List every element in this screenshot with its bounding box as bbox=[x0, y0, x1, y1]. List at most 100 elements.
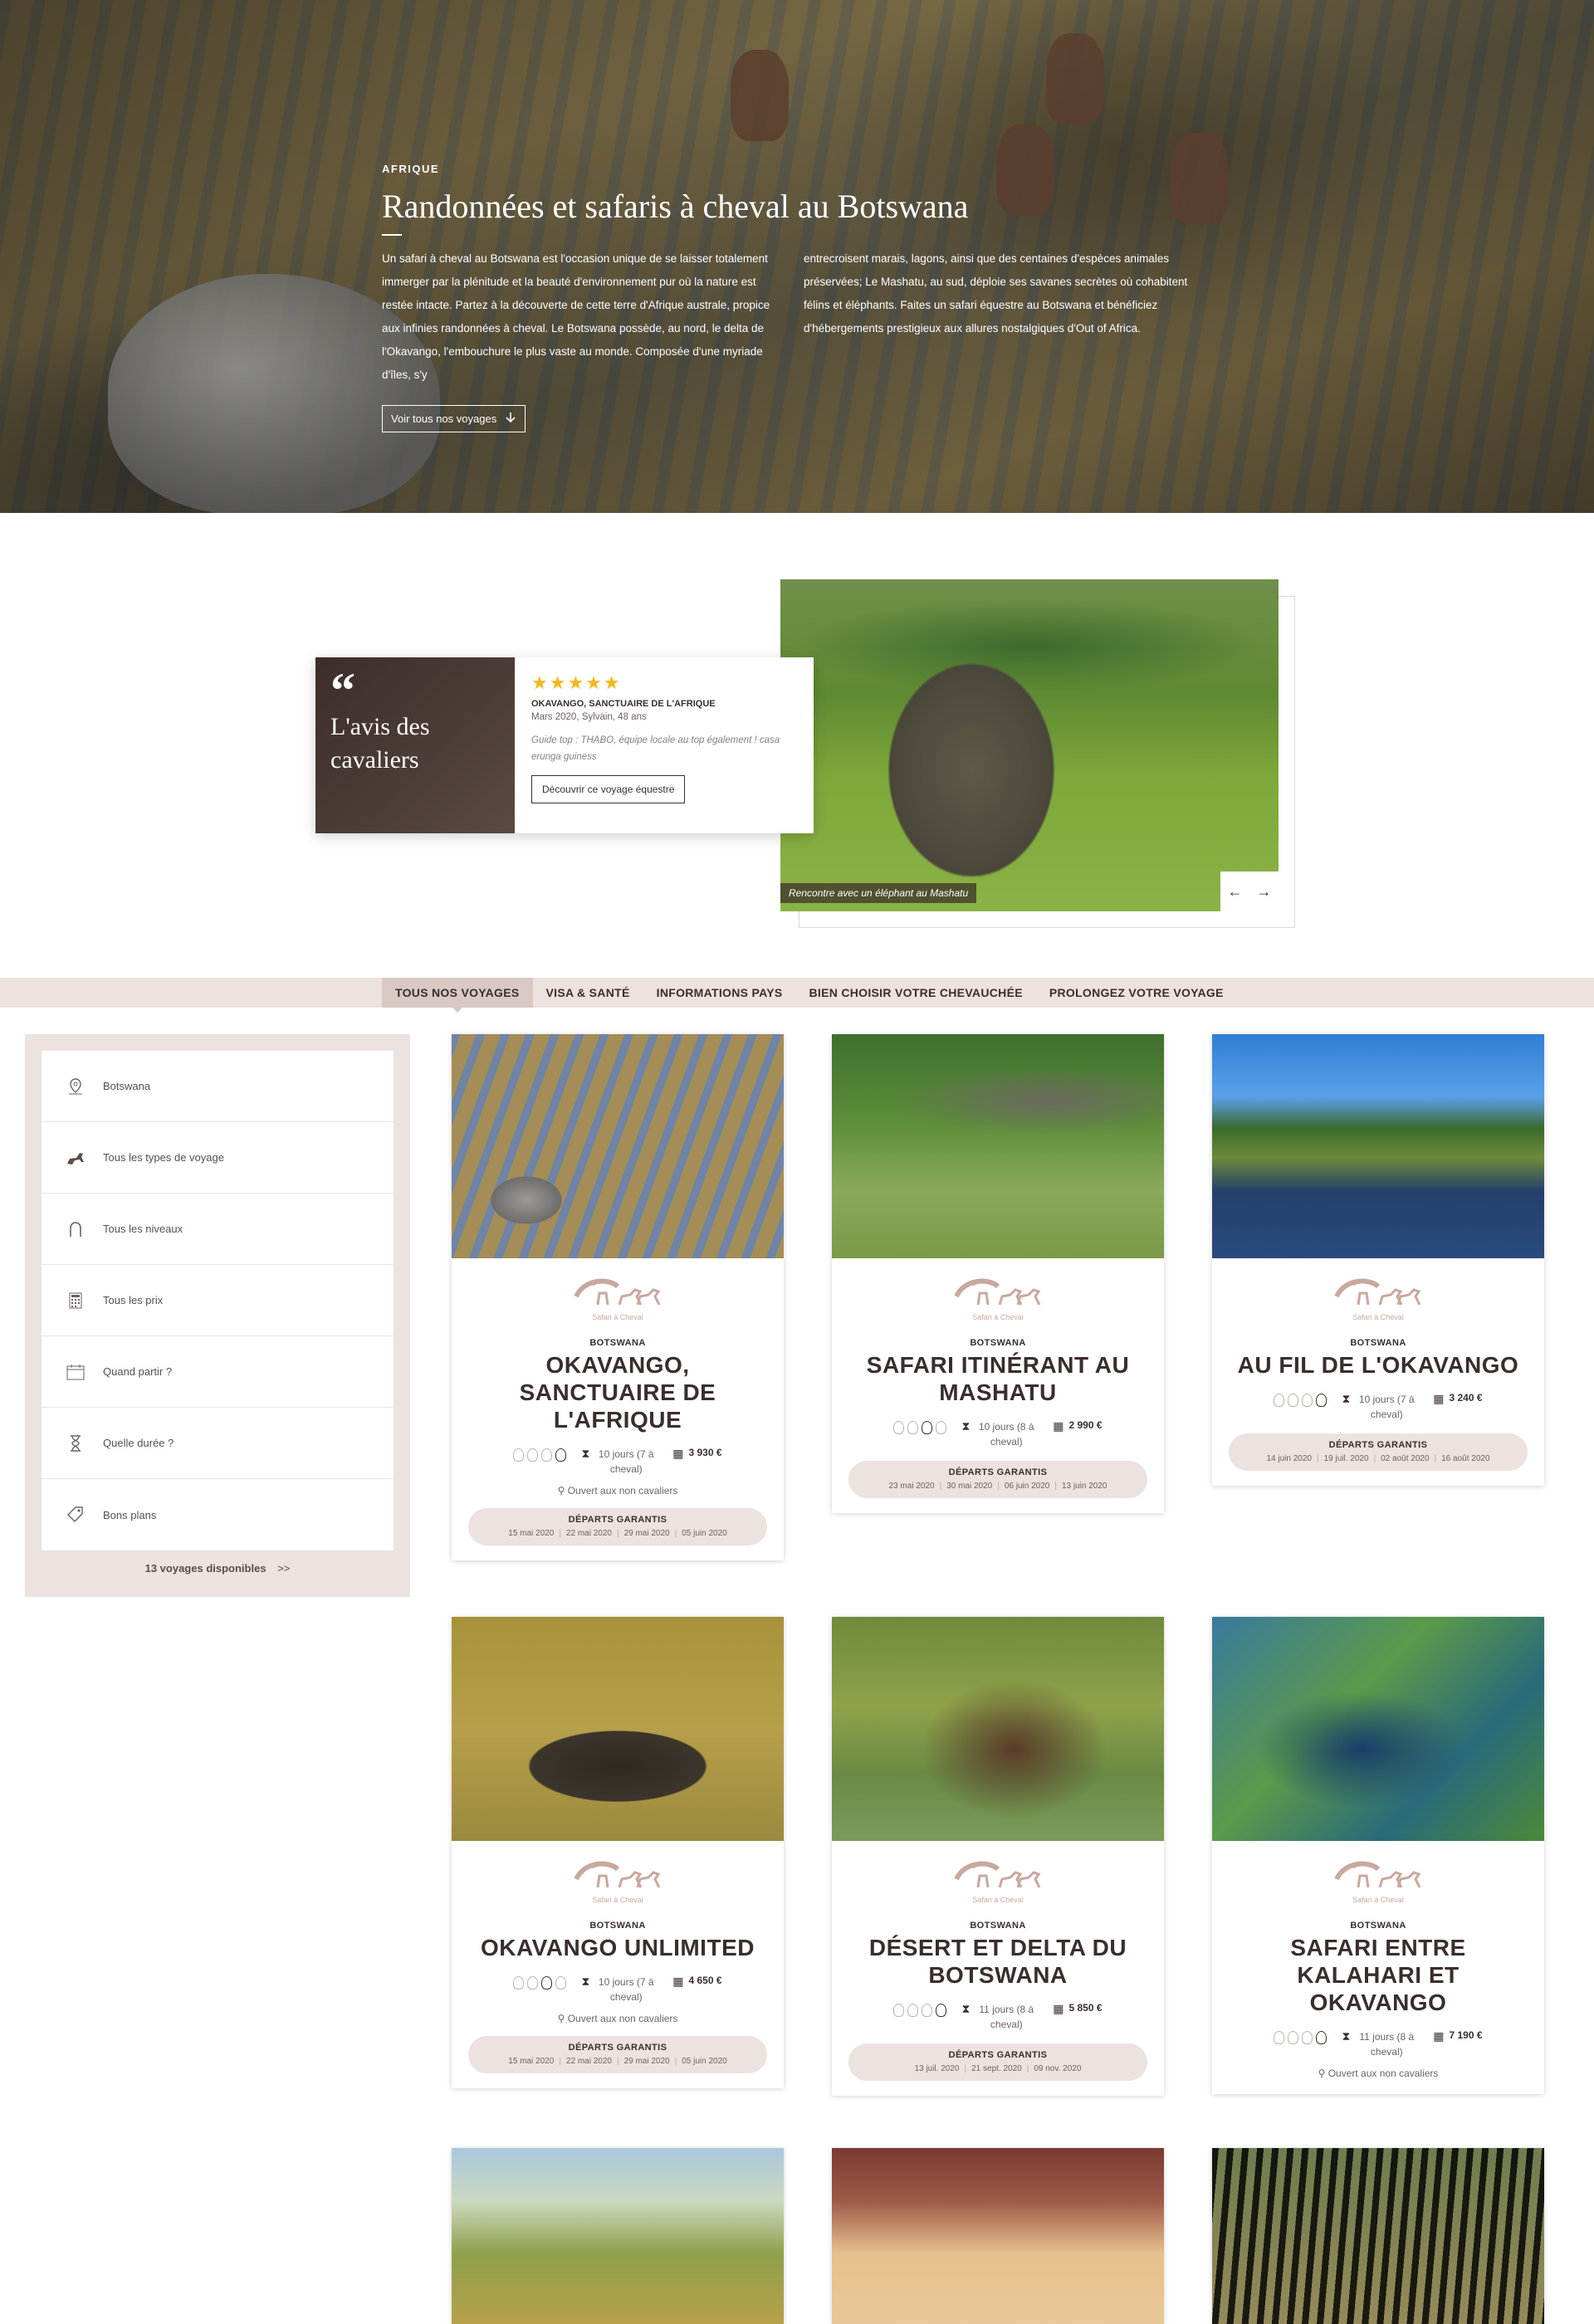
guaranteed-departures: DÉPARTS GARANTIS 15 mai 202022 mai 202029… bbox=[468, 2036, 767, 2073]
trip-duration: ⧗ 11 jours (8 à cheval) bbox=[961, 2002, 1038, 2032]
trip-facts: ⧗ 11 jours (8 à cheval) ▦ 5 850 € bbox=[848, 2002, 1147, 2032]
departures-label: DÉPARTS GARANTIS bbox=[568, 2043, 667, 2053]
filter-3[interactable]: Tous les prix bbox=[42, 1265, 394, 1336]
horseshoe-icon bbox=[1288, 2031, 1299, 2044]
filter-1[interactable]: Tous les types de voyage bbox=[42, 1122, 394, 1194]
hero-intro-col-2: entrecroisent marais, lagons, ainsi que … bbox=[804, 252, 1188, 334]
trip-card[interactable]: Safari à Cheval BOTSWANA SAFARI ENTRE KALA… bbox=[1212, 1617, 1544, 2094]
trip-card-partial[interactable] bbox=[832, 2148, 1164, 2324]
section-tabbar: TOUS NOS VOYAGES VISA & SANTÉ INFORMATIONS… bbox=[0, 978, 1594, 1013]
trip-facts: ⧗ 10 jours (7 à cheval) ▦ 4 650 € bbox=[468, 1975, 767, 2004]
arrow-right-icon[interactable]: → bbox=[1257, 883, 1272, 901]
trip-card-image bbox=[1212, 1034, 1544, 1258]
tab-2[interactable]: INFORMATIONS PAYS bbox=[643, 978, 796, 1008]
trip-duration: ⧗ 10 jours (7 à cheval) bbox=[581, 1447, 658, 1477]
trip-country: BOTSWANA bbox=[970, 1921, 1026, 1931]
departure-dates: 15 mai 202022 mai 202029 mai 202005 juin… bbox=[477, 1529, 759, 1538]
filter-label: Quelle durée ? bbox=[103, 1437, 174, 1449]
trip-card[interactable]: Safari à Cheval BOTSWANA SAFARI ITINÉRANT … bbox=[832, 1034, 1164, 1513]
trip-card[interactable]: Safari à Cheval BOTSWANA DÉSERT ET DELTA D… bbox=[832, 1617, 1164, 2096]
departure-date: 13 juin 2020 bbox=[1049, 1482, 1107, 1491]
brand-name: Safari à Cheval bbox=[972, 1313, 1024, 1321]
level-indicator bbox=[1274, 1392, 1328, 1407]
review-content: ★★★★★ OKAVANGO, SANCTUAIRE DE L'AFRIQUE … bbox=[515, 657, 814, 833]
horseshoe-icon bbox=[936, 1421, 947, 1434]
trip-title[interactable]: SAFARI ENTRE KALAHARI ET OKAVANGO bbox=[1229, 1934, 1528, 2016]
hero-rider-image bbox=[731, 50, 789, 141]
trip-card-image bbox=[452, 1617, 784, 1841]
star-rating: ★★★★★ bbox=[531, 672, 622, 693]
departure-date: 05 juin 2020 bbox=[670, 2057, 727, 2066]
trip-title[interactable]: OKAVANGO UNLIMITED bbox=[468, 1934, 767, 1961]
filter-5[interactable]: Quelle durée ? bbox=[42, 1408, 394, 1479]
arrow-down-icon bbox=[505, 412, 516, 426]
filter-6[interactable]: Bons plans bbox=[42, 1479, 394, 1550]
trip-card[interactable]: Safari à Cheval BOTSWANA OKAVANGO, SANCTUA… bbox=[452, 1034, 784, 1560]
filter-0[interactable]: Botswana bbox=[42, 1051, 394, 1122]
hero-rider-image bbox=[1046, 33, 1104, 124]
departures-label: DÉPARTS GARANTIS bbox=[1328, 1440, 1428, 1450]
tag-icon bbox=[65, 1504, 86, 1526]
arrow-left-icon[interactable]: ← bbox=[1228, 883, 1243, 901]
safari-logo-icon bbox=[568, 1854, 667, 1894]
brand-name: Safari à Cheval bbox=[1352, 1896, 1404, 1904]
hourglass-icon: ⧗ bbox=[1342, 2029, 1351, 2043]
duration-text: 10 jours (7 à cheval) bbox=[598, 1448, 654, 1475]
testimonial-photo: Rencontre avec un éléphant au Mashatu ← … bbox=[780, 579, 1279, 911]
departure-dates: 15 mai 202022 mai 202029 mai 202005 juin… bbox=[477, 2057, 759, 2066]
trip-card-image bbox=[832, 1034, 1164, 1258]
calculator-icon: ▦ bbox=[1053, 2002, 1064, 2015]
trip-title[interactable]: OKAVANGO, SANCTUAIRE DE L'AFRIQUE bbox=[468, 1351, 767, 1433]
calendar-icon bbox=[65, 1361, 86, 1383]
brand-name: Safari à Cheval bbox=[592, 1313, 643, 1321]
review-text: Guide top : THABO, équipe locale au top … bbox=[531, 735, 780, 762]
duration-text: 10 jours (7 à cheval) bbox=[598, 1976, 654, 2003]
filter-label: Botswana bbox=[103, 1080, 151, 1092]
level-indicator bbox=[1274, 2029, 1328, 2044]
tab-0[interactable]: TOUS NOS VOYAGES bbox=[382, 978, 533, 1013]
horseshoe-icon bbox=[1316, 1394, 1328, 1407]
departure-date: 22 mai 2020 bbox=[554, 1529, 612, 1538]
level-indicator bbox=[893, 1419, 947, 1434]
filter-2[interactable]: Tous les niveaux bbox=[42, 1194, 394, 1265]
duration-text: 11 jours (8 à cheval) bbox=[1359, 2031, 1415, 2058]
price-text: 3 240 € bbox=[1449, 1392, 1483, 1404]
filter-list: Botswana Tous les types de voyage Tous les… bbox=[42, 1051, 394, 1550]
horseshoe-icon bbox=[936, 2004, 947, 2017]
hero-intro-col-1: Un safari à cheval au Botswana est l'occ… bbox=[382, 252, 770, 381]
trip-country: BOTSWANA bbox=[970, 1338, 1026, 1348]
trip-card[interactable]: Safari à Cheval BOTSWANA OKAVANGO UNLIMITE… bbox=[452, 1617, 784, 2088]
tab-3[interactable]: BIEN CHOISIR VOTRE CHEVAUCHÉE bbox=[795, 978, 1035, 1008]
trip-card-partial[interactable] bbox=[452, 2148, 784, 2324]
view-all-trips-button[interactable]: Voir tous nos voyages bbox=[382, 405, 526, 432]
departure-date: 16 août 2020 bbox=[1430, 1454, 1490, 1463]
discover-trip-button[interactable]: Découvrir ce voyage équestre bbox=[531, 775, 686, 803]
price-text: 7 190 € bbox=[1449, 2029, 1483, 2041]
trip-title[interactable]: AU FIL DE L'OKAVANGO bbox=[1229, 1351, 1528, 1379]
trip-title[interactable]: SAFARI ITINÉRANT AU MASHATU bbox=[848, 1351, 1147, 1406]
guaranteed-departures: DÉPARTS GARANTIS 14 juin 202019 juil. 202… bbox=[1229, 1433, 1528, 1471]
departure-dates: 13 juil. 202021 sept. 202009 nov. 2020 bbox=[857, 2064, 1139, 2073]
hero-content: AFRIQUE Randonnées et safaris à cheval a… bbox=[382, 163, 1212, 432]
horseshoe-icon bbox=[555, 1976, 567, 1990]
horse-icon bbox=[65, 1147, 86, 1169]
map-pin-icon bbox=[65, 1076, 86, 1097]
trip-duration: ⧗ 10 jours (7 à cheval) bbox=[581, 1975, 658, 2004]
tab-4[interactable]: PROLONGEZ VOTRE VOYAGE bbox=[1036, 978, 1237, 1008]
non-rider-text: Ouvert aux non cavaliers bbox=[567, 1485, 678, 1496]
horseshoe-icon bbox=[1302, 1394, 1313, 1407]
horseshoe-icon bbox=[555, 1448, 567, 1462]
price-text: 3 930 € bbox=[688, 1447, 722, 1458]
tab-1[interactable]: VISA & SANTÉ bbox=[533, 978, 643, 1008]
filter-4[interactable]: Quand partir ? bbox=[42, 1336, 394, 1408]
trips-count-link[interactable]: 13 voyages disponibles >> bbox=[42, 1562, 394, 1575]
trip-card-image bbox=[452, 2148, 784, 2324]
price-text: 4 650 € bbox=[688, 1975, 722, 1986]
non-rider-note: ⚲ Ouvert aux non cavaliers bbox=[468, 2013, 767, 2024]
trip-card[interactable]: Safari à Cheval BOTSWANA AU FIL DE L'OKAVA… bbox=[1212, 1034, 1544, 1486]
departure-date: 05 juin 2020 bbox=[670, 1529, 727, 1538]
trip-country: BOTSWANA bbox=[1350, 1921, 1406, 1931]
duration-text: 11 jours (8 à cheval) bbox=[979, 2004, 1034, 2030]
trip-card-partial[interactable] bbox=[1212, 2148, 1544, 2324]
trip-title[interactable]: DÉSERT ET DELTA DU BOTSWANA bbox=[848, 1934, 1147, 1989]
